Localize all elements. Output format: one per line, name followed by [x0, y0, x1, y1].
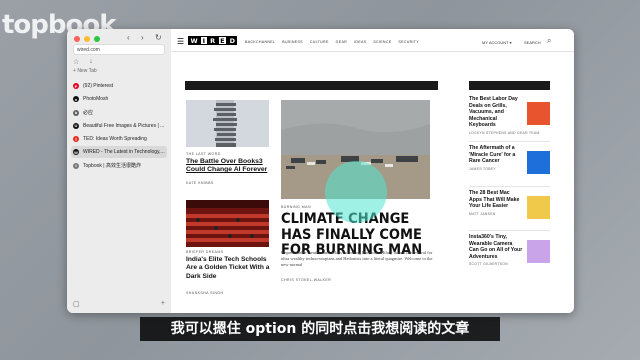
recent-article-thumbnail[interactable]: [527, 240, 550, 263]
logo-letter: R: [207, 36, 218, 45]
forward-icon[interactable]: ›: [141, 33, 144, 42]
pick1-title-line2[interactable]: Could Change AI Forever: [186, 166, 267, 173]
pick1-headline[interactable]: The Battle Over Books3 Could Change AI F…: [186, 158, 276, 175]
search-icon[interactable]: ⌕: [547, 36, 551, 46]
sidebar-tools: ☆ ↓: [73, 58, 93, 66]
my-account-menu[interactable]: MY ACCOUNT ▾: [482, 40, 512, 45]
tab-favicon-icon: T: [73, 136, 79, 143]
pick1-author[interactable]: KATE KNIBBS: [186, 181, 214, 185]
tab-favicon-icon: ●: [73, 96, 79, 103]
recent-divider: [469, 186, 550, 187]
window-controls: [74, 36, 100, 42]
nav-link-science[interactable]: SCIENCE: [373, 40, 391, 44]
feature-author[interactable]: CHRIS STOKEL-WALKER: [281, 278, 331, 282]
video-subtitle: 我可以摁住 option 的同时点击我想阅读的文章: [140, 317, 500, 341]
recent-article-thumbnail[interactable]: [527, 196, 550, 219]
recent-article-thumbnail[interactable]: [527, 102, 550, 125]
recent-article-title[interactable]: Insta360's Tiny, Wearable Camera Can Go …: [469, 234, 523, 260]
archive-icon[interactable]: ▢: [73, 300, 80, 308]
logo-letter: E: [217, 36, 228, 45]
new-tab-label: New Tab: [77, 68, 97, 74]
recent-divider: [469, 141, 550, 142]
most-recent-label: MOST RECENT: [473, 90, 506, 95]
tab-label: PhotoMosh: [83, 96, 109, 103]
tab-favicon-icon: t: [73, 162, 79, 169]
cursor-highlight: [325, 161, 387, 223]
wired-logo[interactable]: WIRED: [188, 36, 238, 45]
recent-article[interactable]: The Best Labor Day Deals on Grills, Vacu…: [469, 96, 551, 135]
tab-label: WIRED - The Latest in Technology,...: [83, 149, 165, 156]
logo-letter: W: [188, 36, 201, 45]
add-icon[interactable]: +: [161, 300, 165, 308]
browser-window: ‹ › ↻ wired.com ☆ ↓ + New Tab P (92) Pint…: [67, 29, 574, 313]
feature-tag: BURNING MAN: [281, 205, 311, 209]
site-nav: BACKCHANNEL BUSINESS CULTURE GEAR IDEAS SCIEN…: [245, 40, 419, 44]
sidebar-tab[interactable]: ● PhotoMosh: [71, 93, 167, 105]
sidebar-footer: ▢ +: [73, 300, 165, 308]
sidebar-tab[interactable]: t Topbook | 高效生活很酷炸: [71, 160, 167, 172]
tab-favicon-icon: b: [73, 109, 79, 116]
recent-divider: [469, 230, 550, 231]
most-recent-header: MOST RECENT: [469, 81, 550, 95]
tab-favicon-icon: P: [73, 83, 79, 89]
web-content: ☰ WIRED BACKCHANNEL BUSINESS CULTURE GEAR ID…: [171, 29, 574, 313]
close-window-button[interactable]: [74, 36, 80, 42]
recent-article-title[interactable]: The Aftermath of a 'Miracle Cure' for a …: [469, 145, 523, 165]
nav-link-gear[interactable]: GEAR: [336, 40, 347, 44]
tab-label: Beautiful Free Images & Pictures | ...: [83, 122, 165, 129]
menu-icon[interactable]: ☰: [177, 37, 184, 46]
minimize-window-button[interactable]: [84, 36, 90, 42]
downloads-icon[interactable]: ↓: [89, 58, 93, 66]
bookmark-icon[interactable]: ☆: [73, 58, 79, 66]
books-sculpture-image[interactable]: [186, 100, 269, 147]
tab-favicon-icon: U: [73, 122, 79, 129]
recent-article-author[interactable]: LOCKYN STEPHENS AND GEAR TEAM: [469, 131, 551, 135]
tab-list: P (92) Pinterest ● PhotoMosh b 必应 U Beautiful F…: [71, 80, 167, 173]
sidebar-tab[interactable]: T TED: Ideas Worth Spreading: [71, 133, 167, 145]
recent-article[interactable]: The 28 Best Mac Apps That Will Make Your…: [469, 190, 551, 219]
tab-label: Topbook | 高效生活很酷炸: [83, 163, 141, 170]
browser-sidebar: ‹ › ↻ wired.com ☆ ↓ + New Tab P (92) Pint…: [67, 29, 172, 313]
site-header: ☰ WIRED BACKCHANNEL BUSINESS CULTURE GEAR ID…: [171, 29, 574, 52]
recent-article[interactable]: Insta360's Tiny, Wearable Camera Can Go …: [469, 234, 551, 266]
zoom-window-button[interactable]: [94, 36, 100, 42]
recent-article[interactable]: The Aftermath of a 'Miracle Cure' for a …: [469, 145, 551, 174]
logo-letter: D: [227, 36, 238, 45]
pick2-headline[interactable]: India's Elite Tech Schools Are a Golden …: [186, 256, 276, 281]
tab-label: 必应: [83, 110, 94, 117]
recent-article-thumbnail[interactable]: [527, 151, 550, 174]
nav-link-culture[interactable]: CULTURE: [310, 40, 329, 44]
todays-picks-label: TODAY'S PICKS: [189, 90, 223, 95]
reload-icon[interactable]: ↻: [155, 33, 162, 42]
auditorium-image[interactable]: [186, 200, 269, 247]
back-icon[interactable]: ‹: [127, 33, 130, 42]
pick1-tag: THE LAST WORD: [186, 152, 221, 156]
sidebar-tab[interactable]: P (92) Pinterest: [71, 80, 167, 92]
tab-label: TED: Ideas Worth Spreading: [83, 136, 147, 143]
pick2-tag: BRIEFER DREAMS: [186, 250, 224, 254]
search-link[interactable]: SEARCH: [524, 40, 541, 45]
pick1-title-line1[interactable]: The Battle Over Books3: [186, 158, 263, 165]
nav-link-backchannel[interactable]: BACKCHANNEL: [245, 40, 275, 44]
sidebar-tab[interactable]: U Beautiful Free Images & Pictures | ...: [71, 120, 167, 132]
sidebar-tab[interactable]: W WIRED - The Latest in Technology,...: [71, 146, 167, 159]
recent-article-title[interactable]: The Best Labor Day Deals on Grills, Vacu…: [469, 96, 523, 129]
nav-link-business[interactable]: BUSINESS: [282, 40, 303, 44]
tab-favicon-icon: W: [73, 149, 79, 156]
logo-letter: I: [200, 36, 208, 45]
nav-link-security[interactable]: SECURITY: [398, 40, 419, 44]
recent-article-title[interactable]: The 28 Best Mac Apps That Will Make Your…: [469, 190, 523, 210]
tab-label: (92) Pinterest: [83, 83, 114, 89]
feature-dek: Unpredictable weather and delays followi…: [281, 250, 433, 267]
nav-link-ideas[interactable]: IDEAS: [354, 40, 366, 44]
todays-picks-header: TODAY'S PICKS: [185, 81, 438, 95]
address-bar[interactable]: wired.com: [73, 44, 165, 55]
new-tab-button[interactable]: + New Tab: [73, 68, 97, 74]
pick2-author[interactable]: SHANKSHA SINGH: [186, 291, 224, 295]
sidebar-tab[interactable]: b 必应: [71, 107, 167, 119]
